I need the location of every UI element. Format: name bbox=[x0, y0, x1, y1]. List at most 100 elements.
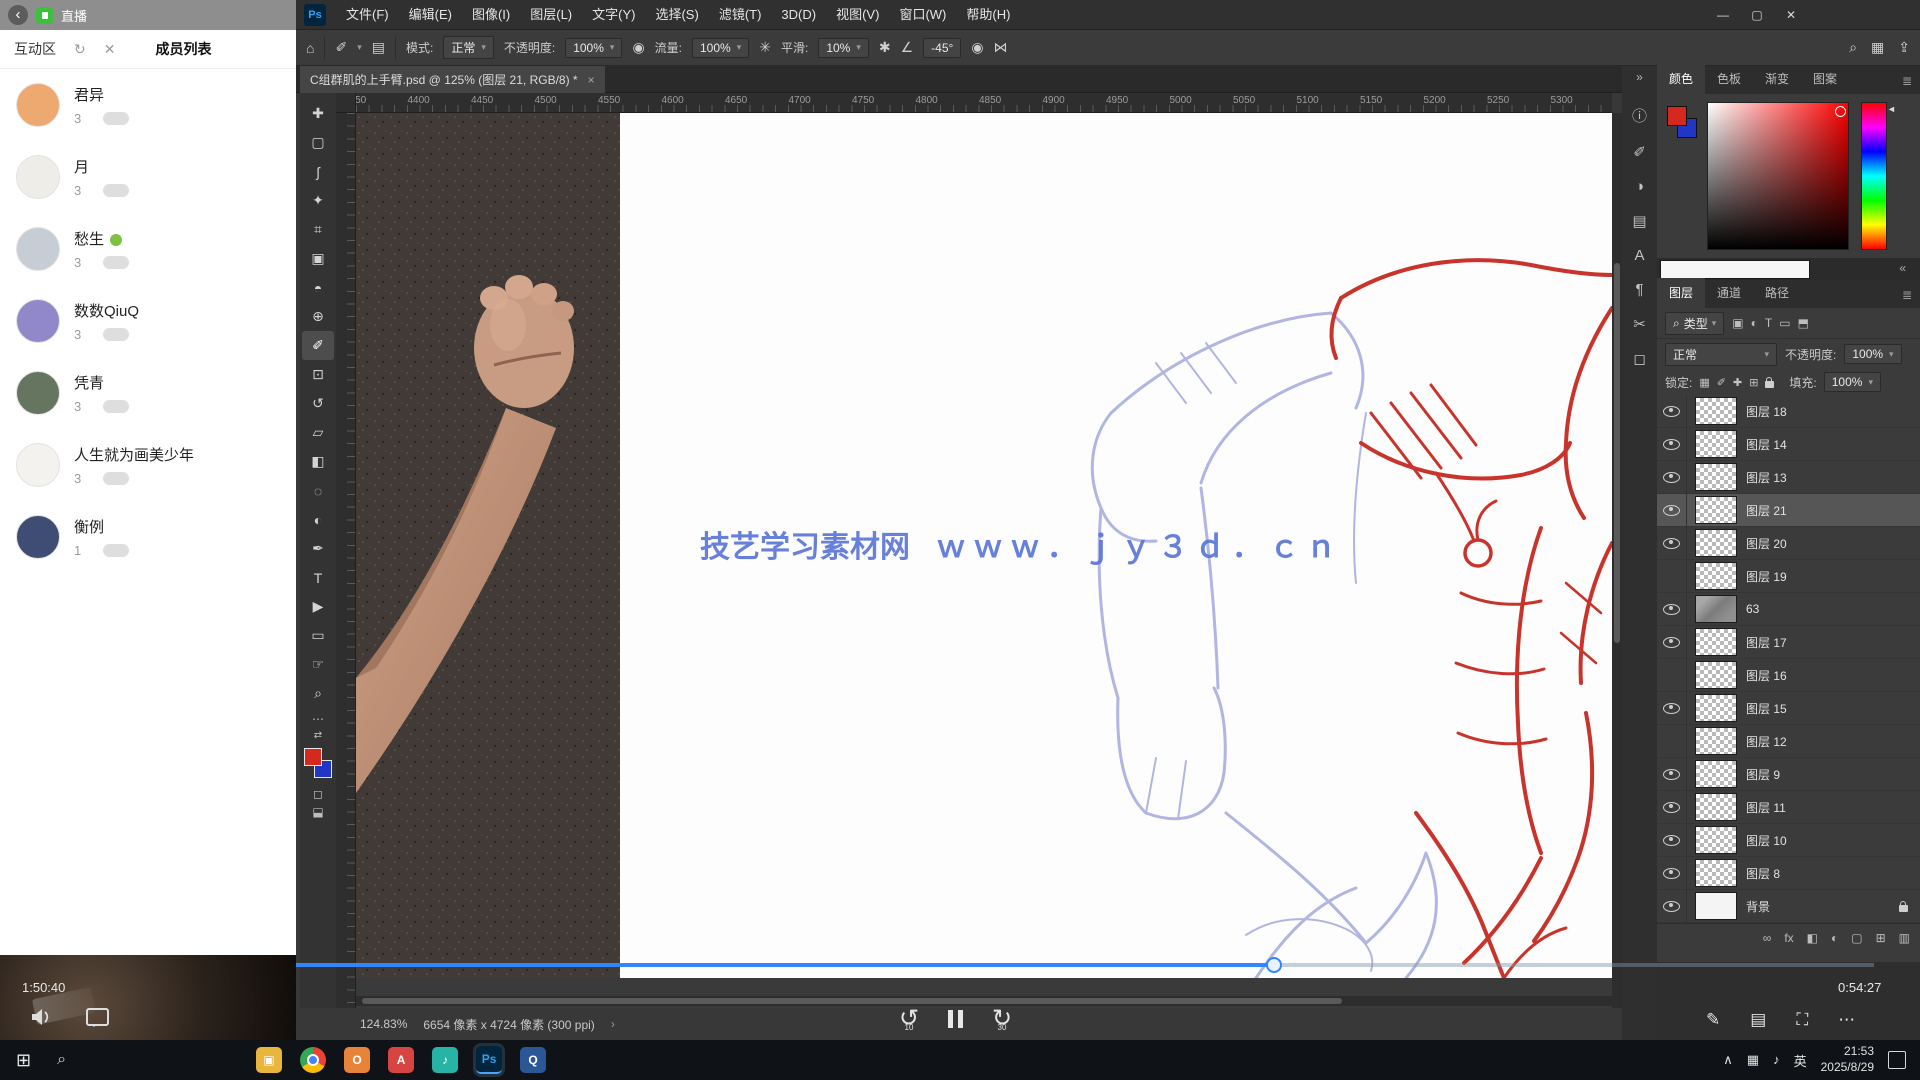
avatar[interactable] bbox=[16, 515, 60, 559]
layer-row[interactable]: 图层 12 bbox=[1657, 725, 1920, 758]
layer-kind-filter-icon[interactable]: ⬒ bbox=[1798, 316, 1809, 330]
refresh-icon[interactable]: ↻ bbox=[74, 41, 86, 58]
media-app[interactable]: ♪ bbox=[432, 1047, 458, 1073]
tool-button[interactable]: ⌗ bbox=[302, 215, 334, 244]
panel-tab[interactable]: 图案 bbox=[1801, 64, 1849, 94]
layer-kind-filter-icon[interactable]: T bbox=[1765, 316, 1772, 330]
layers-footer-icon[interactable]: ◐ bbox=[1831, 931, 1838, 945]
layer-row[interactable]: 图层 20 bbox=[1657, 527, 1920, 560]
avatar[interactable] bbox=[16, 227, 60, 271]
brush-preset-icon[interactable]: ✐ bbox=[335, 39, 347, 56]
close-button[interactable]: ✕ bbox=[1774, 0, 1808, 30]
fill-dropdown[interactable]: 100%▾ bbox=[1824, 372, 1881, 392]
taskbar-search-icon[interactable]: ⌕ bbox=[47, 1051, 76, 1069]
layers-footer-icon[interactable]: ∞ bbox=[1763, 931, 1772, 945]
layer-thumbnail[interactable] bbox=[1695, 397, 1737, 425]
document-preview-thumbnail[interactable] bbox=[1660, 260, 1810, 279]
color-swatches[interactable] bbox=[301, 747, 335, 783]
tool-button[interactable]: ◐ bbox=[302, 505, 334, 534]
office-app[interactable]: O bbox=[344, 1047, 370, 1073]
start-button[interactable]: ⊞ bbox=[0, 1050, 47, 1071]
opacity-dropdown[interactable]: 100%▾ bbox=[565, 38, 622, 58]
maximize-button[interactable]: ▢ bbox=[1740, 0, 1774, 30]
airbrush-icon[interactable]: ✳ bbox=[759, 39, 771, 56]
paragraph-panel-icon[interactable]: ¶ bbox=[1635, 281, 1643, 298]
list-item[interactable]: 数数QiuQ 3 bbox=[0, 285, 296, 357]
visibility-toggle[interactable] bbox=[1657, 395, 1687, 427]
search-icon[interactable]: ⌕ bbox=[1849, 39, 1857, 56]
tool-button[interactable]: ✦ bbox=[302, 186, 334, 215]
panel-tab[interactable]: 颜色 bbox=[1657, 64, 1705, 94]
collapse-panel-icon[interactable]: « bbox=[1899, 261, 1906, 275]
document-tab[interactable]: C组群肌的上手臂.psd @ 125% (图层 21, RGB/8) * × bbox=[300, 66, 605, 93]
layer-row[interactable]: 背景 bbox=[1657, 890, 1920, 923]
expand-panels-icon[interactable]: » bbox=[1636, 70, 1643, 84]
history-panel-icon[interactable]: ◻ bbox=[1633, 350, 1645, 368]
player-progress-bar[interactable] bbox=[296, 963, 1874, 967]
lock-option-icon[interactable]: ✚ bbox=[1733, 376, 1742, 389]
layers-footer-icon[interactable]: ⊞ bbox=[1876, 931, 1886, 945]
notes-icon[interactable]: ▤ bbox=[1750, 1010, 1766, 1030]
tool-button[interactable]: ▱ bbox=[302, 418, 334, 447]
foreground-color-swatch[interactable] bbox=[1667, 106, 1687, 126]
layer-thumbnail[interactable] bbox=[1695, 628, 1737, 656]
toolbar-ellipsis-icon[interactable]: ⋯ bbox=[312, 712, 324, 726]
visibility-toggle[interactable] bbox=[1657, 494, 1687, 526]
rewind-10-button[interactable]: ↺ 10 bbox=[896, 1006, 922, 1032]
screen-mode-icon[interactable]: ⬓ bbox=[312, 805, 323, 819]
tool-button[interactable]: ◌ bbox=[302, 476, 334, 505]
share-icon[interactable]: ⇪ bbox=[1898, 39, 1910, 56]
annotate-pen-icon[interactable]: ✎ bbox=[1706, 1010, 1720, 1030]
tool-button[interactable]: ✐ bbox=[302, 331, 334, 360]
properties-panel-icon[interactable]: ✐ bbox=[1633, 143, 1646, 161]
libraries-panel-icon[interactable]: ▤ bbox=[1632, 212, 1646, 230]
menu-item[interactable]: 图层(L) bbox=[520, 0, 582, 30]
layer-thumbnail[interactable] bbox=[1695, 463, 1737, 491]
foreground-color-swatch[interactable] bbox=[304, 748, 322, 766]
volume-icon[interactable] bbox=[30, 1008, 52, 1026]
flow-dropdown[interactable]: 100%▾ bbox=[692, 38, 749, 58]
menu-item[interactable]: 文件(F) bbox=[336, 0, 399, 30]
list-item[interactable]: 愁生 3 bbox=[0, 213, 296, 285]
hue-slider-marker[interactable]: ◄ bbox=[1887, 104, 1896, 114]
layer-thumbnail[interactable] bbox=[1695, 826, 1737, 854]
menu-item[interactable]: 文字(Y) bbox=[582, 0, 645, 30]
adjustments-panel-icon[interactable]: ◑ bbox=[1635, 178, 1644, 195]
tab-member-list[interactable]: 成员列表 bbox=[155, 39, 211, 59]
list-item[interactable]: 凭青 3 bbox=[0, 357, 296, 429]
actions-panel-icon[interactable]: ✂ bbox=[1633, 315, 1646, 333]
panel-tab[interactable]: 渐变 bbox=[1753, 64, 1801, 94]
ime-indicator[interactable]: 英 bbox=[1794, 1051, 1807, 1070]
visibility-toggle[interactable] bbox=[1657, 890, 1687, 922]
home-icon[interactable]: ⌂ bbox=[306, 40, 314, 56]
list-item[interactable]: 衡例 1 bbox=[0, 501, 296, 573]
layer-thumbnail[interactable] bbox=[1695, 727, 1737, 755]
list-item[interactable]: 月 3 bbox=[0, 141, 296, 213]
layers-footer-icon[interactable]: fx bbox=[1784, 931, 1793, 945]
tool-button[interactable]: ʃ bbox=[302, 157, 334, 186]
avatar[interactable] bbox=[16, 371, 60, 415]
panel-menu-icon[interactable]: ≣ bbox=[1894, 68, 1920, 94]
layer-thumbnail[interactable] bbox=[1695, 661, 1737, 689]
document-close-icon[interactable]: × bbox=[588, 73, 595, 87]
tool-button[interactable]: ◓ bbox=[302, 273, 334, 302]
tool-button[interactable]: T bbox=[302, 563, 334, 592]
chrome-app[interactable] bbox=[300, 1047, 326, 1073]
color-selection-ring[interactable] bbox=[1835, 106, 1846, 117]
layer-thumbnail[interactable] bbox=[1695, 595, 1737, 623]
mode-dropdown[interactable]: 正常▾ bbox=[443, 36, 494, 59]
swap-colors-icon[interactable]: ⇄ bbox=[314, 730, 322, 741]
zoom-level[interactable]: 124.83% bbox=[360, 1017, 407, 1031]
qq-app[interactable]: Q bbox=[520, 1047, 546, 1073]
layer-row[interactable]: 图层 21 bbox=[1657, 494, 1920, 527]
avatar[interactable] bbox=[16, 443, 60, 487]
visibility-toggle[interactable] bbox=[1657, 626, 1687, 658]
layer-row[interactable]: 图层 14 bbox=[1657, 428, 1920, 461]
layer-thumbnail[interactable] bbox=[1695, 793, 1737, 821]
taskbar-clock[interactable]: 21:53 2025/8/29 bbox=[1821, 1044, 1874, 1075]
close-icon[interactable]: ✕ bbox=[104, 41, 116, 58]
layer-row[interactable]: 63 bbox=[1657, 593, 1920, 626]
layer-thumbnail[interactable] bbox=[1695, 892, 1737, 920]
menu-item[interactable]: 选择(S) bbox=[645, 0, 708, 30]
minimize-button[interactable]: — bbox=[1706, 0, 1740, 30]
